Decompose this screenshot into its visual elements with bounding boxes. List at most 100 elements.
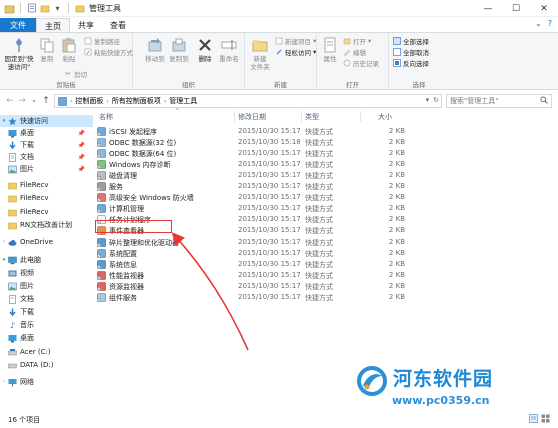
table-row[interactable]: 性能监视器 2015/10/30 15:17 快捷方式 2 KB [95, 270, 411, 281]
cut-button[interactable]: ✂ 剪切 [64, 69, 87, 79]
nav-downloads-pc[interactable]: 下载 [0, 306, 93, 318]
properties-button[interactable]: 属性 [319, 36, 341, 63]
rename-button[interactable]: 重命名 [217, 36, 241, 63]
invert-selection-button[interactable]: 反向选择 [393, 58, 429, 68]
nav-desktop[interactable]: 桌面 📌 [0, 127, 93, 139]
nav-drive-d[interactable]: DATA (D:) [0, 359, 93, 371]
window-controls: — ☐ ✕ [474, 0, 558, 17]
expand-arrow-icon[interactable]: › [0, 379, 8, 385]
nav-label: 桌面 [20, 129, 34, 137]
file-date: 2015/10/30 15:17 [238, 204, 301, 213]
watermark-logo-icon [357, 366, 387, 396]
minimize-button[interactable]: — [474, 0, 502, 17]
nav-pictures-pc[interactable]: 图片 [0, 280, 93, 292]
open-button[interactable]: 打开 ▾ [343, 36, 371, 46]
table-row[interactable]: Windows 内存诊断 2015/10/30 15:17 快捷方式 2 KB [95, 159, 411, 170]
details-view-icon[interactable] [529, 414, 538, 423]
select-none-button[interactable]: 全部取消 [393, 47, 429, 57]
paste-button[interactable]: 粘贴 [58, 36, 80, 63]
divider [20, 3, 21, 13]
column-name[interactable]: 名称 [99, 112, 113, 122]
properties-icon[interactable] [26, 3, 37, 14]
file-size: 2 KB [388, 160, 405, 169]
copy-to-button[interactable]: 复制到 [167, 36, 191, 63]
nav-filerecv-3[interactable]: FileRecv [0, 206, 93, 218]
table-row[interactable]: 磁盘清理 2015/10/30 15:17 快捷方式 2 KB [95, 170, 411, 181]
nav-filerecv-1[interactable]: FileRecv [0, 179, 93, 191]
column-type[interactable]: 类型 [305, 112, 319, 122]
back-button[interactable]: ← [4, 94, 16, 108]
nav-quick-access[interactable]: ▾ 快速访问 [0, 115, 93, 127]
breadcrumb-admin-tools[interactable]: 管理工具 [169, 96, 197, 106]
maximize-button[interactable]: ☐ [502, 0, 530, 17]
nav-filerecv-2[interactable]: FileRecv [0, 192, 93, 204]
nav-documents[interactable]: 文档 📌 [0, 151, 93, 163]
copy-path-button[interactable]: 复制路径 [84, 36, 120, 46]
expand-arrow-icon[interactable]: › [0, 239, 8, 245]
table-row[interactable]: ODBC 数据源(32 位) 2015/10/30 15:18 快捷方式 2 KB [95, 137, 411, 148]
table-row[interactable]: 高级安全 Windows 防火墙 2015/10/30 15:17 快捷方式 2 KB [95, 192, 411, 203]
nav-desktop-pc[interactable]: 桌面 [0, 332, 93, 344]
delete-button[interactable]: 删除 [195, 36, 215, 63]
up-button[interactable]: ↑ [40, 94, 52, 108]
nav-rn-folder[interactable]: RN文档改善计划 [0, 219, 93, 231]
recent-locations-button[interactable]: ▾ [28, 94, 40, 108]
nav-pictures[interactable]: 图片 📌 [0, 163, 93, 175]
new-folder-button[interactable]: 新建 文件夹 [247, 36, 273, 71]
table-row[interactable]: 服务 2015/10/30 15:17 快捷方式 2 KB [95, 181, 411, 192]
pin-quick-access-button[interactable]: 固定到"快 速访问" [2, 36, 36, 71]
table-row[interactable]: ODBC 数据源(64 位) 2015/10/30 15:17 快捷方式 2 KB [95, 148, 411, 159]
nav-downloads[interactable]: 下载 📌 [0, 139, 93, 151]
move-to-button[interactable]: 移动到 [143, 36, 167, 63]
nav-videos[interactable]: 视频 [0, 267, 93, 279]
dropdown-arrow-icon[interactable]: ▾ [52, 3, 63, 14]
easy-access-button[interactable]: 轻松访问 ▾ [275, 47, 316, 57]
file-type: 快捷方式 [305, 271, 333, 280]
pin-icon: 📌 [77, 129, 85, 137]
table-row[interactable]: 计算机管理 2015/10/30 15:17 快捷方式 2 KB [95, 203, 411, 214]
large-icons-view-icon[interactable] [541, 414, 550, 423]
nav-network[interactable]: › 网络 [0, 376, 93, 388]
dropdown-arrow-icon[interactable]: ▾ [426, 96, 430, 104]
forward-button[interactable]: → [16, 94, 28, 108]
new-folder-icon[interactable] [39, 3, 50, 14]
nav-this-pc[interactable]: ▾ 此电脑 [0, 254, 93, 266]
nav-drive-c[interactable]: Acer (C:) [0, 346, 93, 358]
file-type: 快捷方式 [305, 227, 333, 236]
help-icon[interactable]: ? [548, 19, 552, 28]
table-row[interactable]: 碎片整理和优化驱动器 2015/10/30 15:17 快捷方式 2 KB [95, 237, 411, 248]
refresh-icon[interactable]: ↻ [433, 96, 439, 104]
edit-button[interactable]: 编辑 [343, 47, 366, 57]
app-icon[interactable] [4, 3, 15, 14]
tab-home[interactable]: 主页 [36, 18, 70, 33]
close-button[interactable]: ✕ [530, 0, 558, 17]
copy-button[interactable]: 复制 [36, 36, 58, 63]
search-input[interactable]: 搜索"管理工具" [446, 94, 552, 108]
history-button[interactable]: 历史记录 [343, 58, 379, 68]
star-icon [8, 117, 17, 126]
tab-share[interactable]: 共享 [70, 18, 102, 33]
table-row[interactable]: 组件服务 2015/10/30 15:17 快捷方式 2 KB [95, 292, 411, 303]
column-size[interactable]: 大小 [378, 112, 392, 122]
column-date[interactable]: 修改日期 [238, 112, 266, 122]
table-row[interactable]: 系统信息 2015/10/30 15:17 快捷方式 2 KB [95, 259, 411, 270]
new-item-button[interactable]: 新建项目 ▾ [275, 36, 316, 46]
table-row[interactable]: 系统配置 2015/10/30 15:17 快捷方式 2 KB [95, 248, 411, 259]
nav-music[interactable]: ♪ 音乐 [0, 319, 93, 331]
nav-onedrive[interactable]: › OneDrive [0, 236, 93, 248]
tab-view[interactable]: 查看 [102, 18, 134, 33]
nav-documents-pc[interactable]: 文档 [0, 293, 93, 305]
paste-shortcut-button[interactable]: 粘贴快捷方式 [84, 47, 133, 57]
address-bar[interactable]: › 控制面板 › 所有控制面板项 › 管理工具 ▾ ↻ [54, 94, 442, 108]
expand-ribbon-icon[interactable]: ⌄ [535, 19, 542, 28]
file-type: 快捷方式 [305, 194, 333, 203]
collapse-arrow-icon[interactable]: ▾ [0, 257, 8, 263]
breadcrumb-all-items[interactable]: 所有控制面板项 [112, 96, 161, 106]
collapse-arrow-icon[interactable]: ▾ [0, 118, 8, 124]
table-row[interactable]: iSCSI 发起程序 2015/10/30 15:17 快捷方式 2 KB [95, 126, 411, 137]
table-row[interactable]: 资源监视器 2015/10/30 15:17 快捷方式 2 KB [95, 281, 411, 292]
breadcrumb-control-panel[interactable]: 控制面板 [75, 96, 103, 106]
nav-label: 音乐 [20, 321, 34, 329]
select-all-button[interactable]: 全部选择 [393, 36, 429, 46]
tab-file[interactable]: 文件 [0, 18, 36, 33]
